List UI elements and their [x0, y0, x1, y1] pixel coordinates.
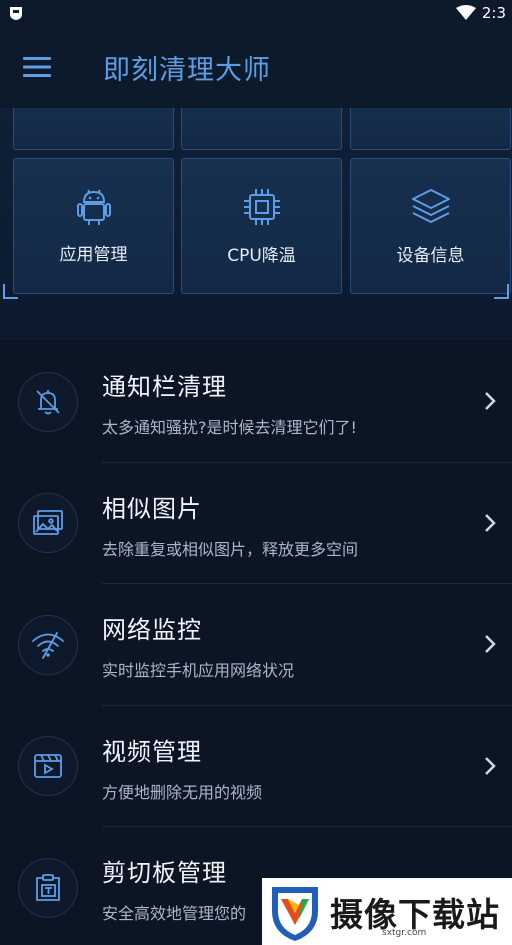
- icon-circle: [18, 736, 78, 797]
- wifi-signal-icon: [455, 5, 476, 20]
- list-item-network-monitor[interactable]: 网络监控 实时监控手机应用网络状况: [0, 584, 512, 706]
- corner-bracket-left: [3, 284, 18, 299]
- watermark: 摄像下载站 sxtgr.com: [262, 878, 512, 945]
- layers-icon: [411, 188, 450, 223]
- chevron-right-icon: [485, 513, 496, 532]
- tool-tile-partial-2[interactable]: [181, 108, 342, 150]
- icon-circle: [18, 371, 78, 432]
- bell-off-icon: [36, 389, 60, 415]
- images-icon: [33, 510, 63, 536]
- chevron-right-icon: [485, 756, 496, 775]
- item-title: 网络监控: [102, 616, 202, 644]
- item-subtitle: 方便地删除无用的视频: [102, 782, 263, 802]
- page-title: 即刻清理大师: [103, 54, 271, 86]
- android-icon: [76, 188, 111, 225]
- shield-app-icon: [10, 7, 22, 20]
- watermark-logo-icon: [272, 886, 318, 941]
- status-time: 2:3: [481, 4, 506, 22]
- tool-tile-partial-1[interactable]: [13, 108, 174, 150]
- wifi-monitor-icon: [32, 631, 64, 659]
- chevron-right-icon: [485, 392, 496, 410]
- cpu-chip-icon: [243, 188, 280, 225]
- tool-tile-cpu-cooling[interactable]: CPU降温: [181, 158, 342, 294]
- item-subtitle: 实时监控手机应用网络状况: [102, 661, 295, 680]
- list-item-notification-clean[interactable]: 通知栏清理 太多通知骚扰?是时候去清理它们了!: [0, 341, 512, 463]
- tool-label: CPU降温: [227, 245, 296, 266]
- video-icon: [34, 754, 62, 779]
- item-title: 视频管理: [102, 737, 202, 766]
- list-item-video-manager[interactable]: 视频管理 方便地删除无用的视频: [0, 706, 512, 827]
- status-bar: 2:3: [0, 0, 512, 26]
- feature-list: 通知栏清理 太多通知骚扰?是时候去清理它们了! 相似图片 去除重复或相似图片，释…: [0, 341, 512, 945]
- tool-tile-partial-3[interactable]: [350, 108, 511, 150]
- chevron-right-icon: [485, 635, 496, 653]
- item-subtitle: 太多通知骚扰?是时候去清理它们了!: [102, 418, 357, 437]
- tool-label: 应用管理: [59, 244, 128, 265]
- item-subtitle: 去除重复或相似图片，释放更多空间: [102, 539, 359, 559]
- tool-tile-app-manager[interactable]: 应用管理: [13, 158, 174, 294]
- clipboard-icon: [36, 873, 60, 901]
- item-title: 通知栏清理: [102, 373, 227, 401]
- corner-bracket-right: [494, 284, 509, 299]
- hamburger-icon: [23, 57, 51, 77]
- app-header: 即刻清理大师: [0, 26, 512, 108]
- item-title: 相似图片: [102, 494, 202, 523]
- tool-label: 设备信息: [396, 245, 465, 266]
- list-item-similar-photos[interactable]: 相似图片 去除重复或相似图片，释放更多空间: [0, 463, 512, 584]
- icon-circle: [18, 614, 78, 675]
- menu-button[interactable]: [17, 47, 57, 87]
- watermark-url: sxtgr.com: [382, 928, 427, 938]
- tool-tile-device-info[interactable]: 设备信息: [350, 158, 511, 294]
- icon-circle: [18, 493, 78, 554]
- tools-grid: 应用管理 CPU降温 设备信息: [0, 108, 512, 340]
- item-subtitle: 安全高效地管理您的: [102, 904, 247, 923]
- icon-circle: [18, 857, 78, 918]
- item-title: 剪切板管理: [102, 859, 227, 887]
